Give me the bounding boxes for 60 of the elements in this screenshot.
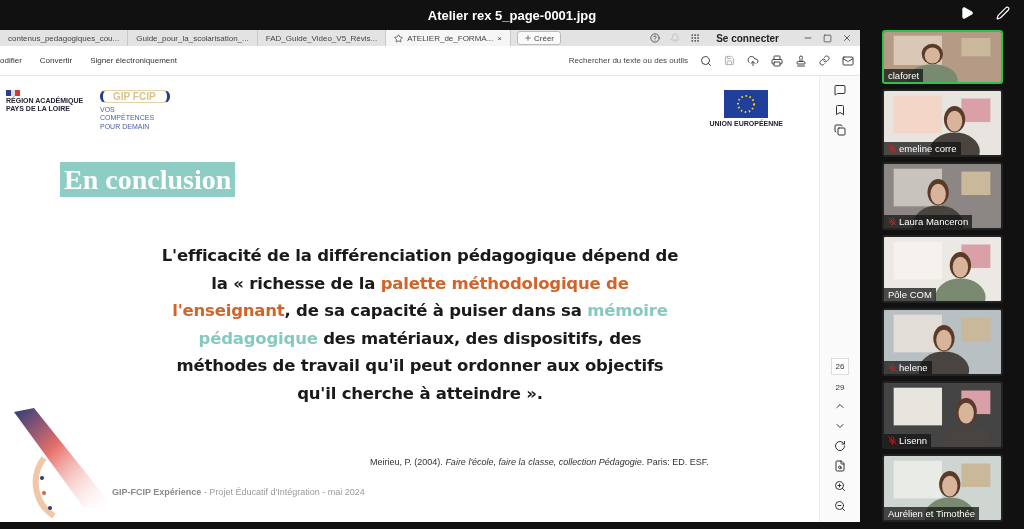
- quote-line: qu'il cherche à atteindre ».: [297, 382, 543, 405]
- quote-line: pédagogique des matériaux, des dispositifs, des: [198, 327, 642, 350]
- video-tile[interactable]: emeline corre: [882, 89, 1003, 157]
- video-tile[interactable]: claforet: [882, 30, 1003, 84]
- quote-line: L'efficacité de la différenciation pédagogique dépend de: [161, 245, 679, 267]
- print-icon[interactable]: [771, 54, 783, 67]
- video-tile[interactable]: helene: [882, 308, 1003, 376]
- participant-name: emeline corre: [884, 142, 961, 155]
- refresh-icon[interactable]: [834, 440, 846, 452]
- page-number-field[interactable]: 26: [830, 358, 850, 375]
- video-tile[interactable]: Lisenn: [882, 381, 1003, 449]
- menu-item[interactable]: Signer électroniquement: [90, 56, 177, 65]
- pages-icon[interactable]: [834, 124, 846, 136]
- slide-heading: En conclusion: [60, 162, 236, 197]
- participant-name: Pôle COM: [884, 288, 936, 301]
- restore-icon[interactable]: [823, 33, 832, 43]
- quote-line: méthodes de travail qu'il peut ordonner aux objectifs: [176, 355, 664, 377]
- browser-tab[interactable]: ATELIER_de_FORMA... ×: [386, 30, 511, 46]
- quote-line: la « richesse de la palette méthodologique de: [211, 272, 629, 295]
- video-tile[interactable]: Pôle COM: [882, 235, 1003, 303]
- bookmark-icon[interactable]: [834, 104, 846, 116]
- close-tab-button[interactable]: ×: [497, 33, 502, 43]
- zoom-out-icon[interactable]: [834, 500, 846, 512]
- mail-icon[interactable]: [842, 54, 854, 67]
- zoom-in-icon[interactable]: [834, 480, 846, 492]
- video-tile[interactable]: Aurélien et Timothée: [882, 454, 1003, 522]
- file-icon[interactable]: [834, 460, 846, 472]
- flag-icon: [6, 90, 20, 96]
- menu-item[interactable]: Convertir: [39, 56, 73, 65]
- upload-icon[interactable]: [747, 54, 759, 67]
- participant-name: helene: [884, 361, 932, 374]
- menu-item[interactable]: odifier: [0, 56, 22, 65]
- gip-logo: GIP FCIP: [100, 90, 170, 103]
- link-icon[interactable]: [819, 55, 830, 66]
- quote-line: l'enseignant, de sa capacité à puiser dans sa mémoire: [172, 300, 668, 322]
- video-tile[interactable]: Laura Manceron: [882, 162, 1003, 230]
- play-icon[interactable]: [960, 6, 974, 20]
- citation: Meirieu, P. (2004). Faire l'école, faire la classe, collection Pédagogie. Paris: ED. ESF.: [370, 457, 710, 467]
- participant-name: Laura Manceron: [884, 215, 973, 228]
- stamp-icon[interactable]: [795, 54, 807, 67]
- window-title: Atelier rex 5_page-0001.jpg: [427, 7, 597, 23]
- participant-name: claforet: [884, 69, 924, 82]
- slide-footer: GIP-FCIP Expérience - Projet Éducatif d'Intégration - mai 2024: [112, 487, 819, 497]
- apps-icon[interactable]: [690, 33, 701, 43]
- eu-flag-icon: [724, 90, 769, 118]
- create-button[interactable]: Créer: [517, 31, 561, 45]
- star-icon[interactable]: [394, 33, 404, 43]
- search-icon[interactable]: [700, 54, 712, 67]
- participant-name: Aurélien et Timothée: [884, 507, 980, 520]
- sign-in-link[interactable]: Se connecter: [716, 32, 779, 44]
- comment-icon[interactable]: [834, 84, 846, 96]
- close-icon[interactable]: [842, 33, 852, 43]
- plus-icon: [524, 34, 532, 42]
- participant-name: Lisenn: [884, 434, 931, 447]
- browser-tab[interactable]: contenus_pedagogiques_cou...: [0, 30, 129, 46]
- help-icon[interactable]: [650, 33, 661, 43]
- page-total: 29: [835, 383, 845, 392]
- pen-icon[interactable]: [996, 6, 1010, 20]
- browser-tab[interactable]: Guide_pour_la_scolarisation_...: [128, 30, 258, 46]
- search-field[interactable]: Rechercher du texte ou des outils: [568, 56, 688, 65]
